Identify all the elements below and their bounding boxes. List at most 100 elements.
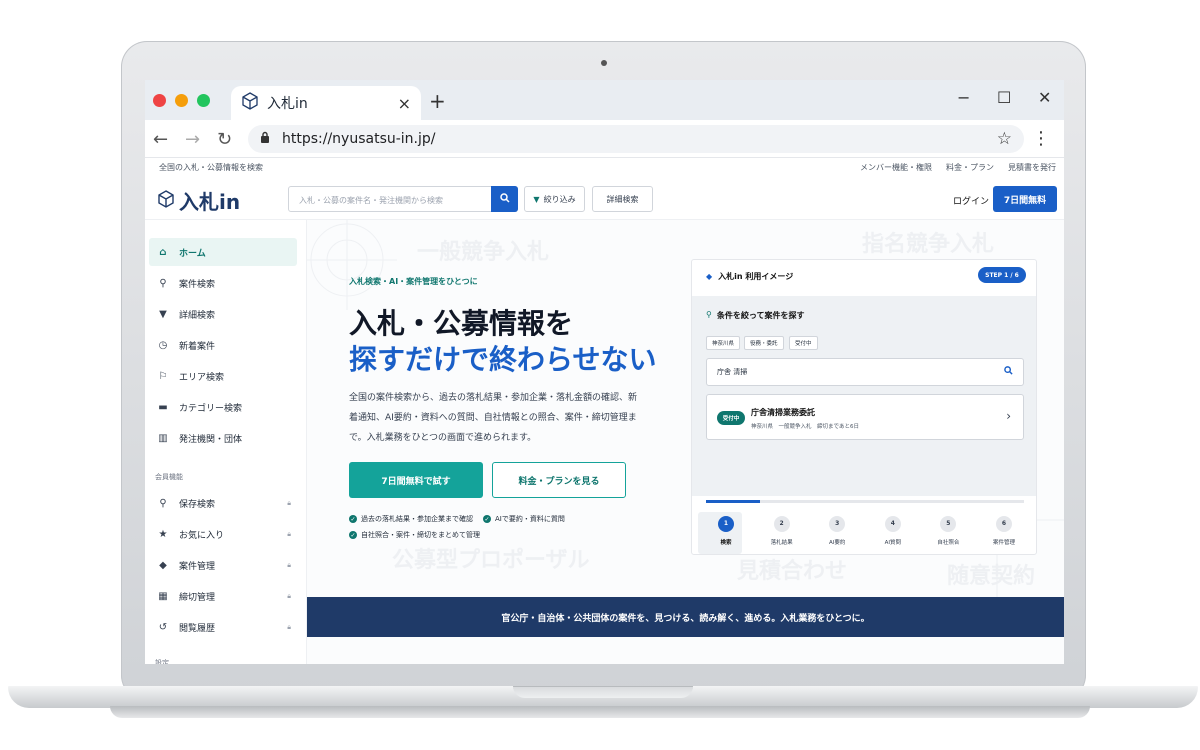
sidebar-item-saved-search[interactable]: ⚲ 保存検索 🔒︎ bbox=[149, 489, 297, 517]
sidebar-item-home[interactable]: ⌂ ホーム bbox=[149, 238, 297, 266]
sidebar-item-case-search[interactable]: ⚲ 案件検索 bbox=[149, 269, 297, 297]
filter-button[interactable]: ▼ 絞り込み bbox=[524, 186, 585, 212]
step-label: 自社照合 bbox=[937, 540, 960, 546]
check-icon: ✓ bbox=[349, 531, 357, 539]
camera-dot bbox=[601, 60, 607, 66]
back-icon[interactable]: ← bbox=[153, 129, 168, 150]
sidebar-item-case-management[interactable]: ◆ 案件管理 🔒︎ bbox=[149, 551, 297, 579]
login-link[interactable]: ログイン bbox=[953, 194, 989, 207]
sidebar-item-favorites[interactable]: ★ お気に入り 🔒︎ bbox=[149, 520, 297, 548]
filter-chip[interactable]: 神奈川県 bbox=[706, 336, 741, 350]
minimize-icon[interactable]: − bbox=[957, 88, 970, 107]
browser-menu-icon[interactable]: ⋮ bbox=[1032, 128, 1050, 149]
link-member-features[interactable]: メンバー機能・権限 bbox=[860, 162, 932, 173]
check-icon: ✓ bbox=[483, 515, 491, 523]
tag-icon: ◆ bbox=[706, 271, 713, 281]
close-window-dot[interactable] bbox=[153, 94, 166, 107]
step-item[interactable]: 4 AI質問 bbox=[865, 516, 921, 546]
free-trial-button[interactable]: 7日間無料 bbox=[993, 186, 1057, 212]
pricing-cta-button[interactable]: 料金・プランを見る bbox=[492, 462, 626, 498]
bottom-banner: 官公庁・自治体・公共団体の案件を、見つける、読み解く、進める。入札業務をひとつに… bbox=[307, 597, 1064, 637]
demo-title: 入札in 利用イメージ bbox=[718, 271, 794, 281]
close-icon[interactable]: ✕ bbox=[1038, 88, 1051, 107]
close-tab-icon[interactable]: × bbox=[398, 94, 411, 113]
lock-icon bbox=[260, 131, 270, 147]
link-pricing[interactable]: 料金・プラン bbox=[946, 162, 994, 173]
sidebar-item-label: 締切管理 bbox=[179, 592, 216, 603]
sidebar-item-deadline-management[interactable]: ▦ 締切管理 🔒︎ bbox=[149, 582, 297, 610]
settings-section-heading: 設定 bbox=[155, 659, 169, 664]
url-bar[interactable]: https://nyusatsu-in.jp/ ☆ bbox=[248, 125, 1024, 153]
search-icon bbox=[499, 192, 510, 206]
step-label: 落札結果 bbox=[770, 540, 793, 546]
site-logo[interactable]: 入札in bbox=[157, 186, 240, 215]
new-tab-icon[interactable]: + bbox=[429, 89, 446, 113]
step-number: 1 bbox=[718, 516, 734, 532]
sidebar: ⌂ ホーム ⚲ 案件検索 ▼ 詳細検索 ◷ 新着案件 ⚐ エリア検索 ▬ カテゴ… bbox=[145, 220, 307, 664]
sidebar-item-label: 保存検索 bbox=[179, 499, 216, 510]
demo-heading: ⚲ 条件を絞って案件を探す bbox=[706, 310, 804, 321]
search-input[interactable]: 入札・公募の案件名・発注機関から検索 bbox=[288, 186, 518, 212]
step-number: 3 bbox=[829, 516, 846, 532]
forward-icon[interactable]: → bbox=[185, 129, 200, 150]
sidebar-item-advanced-search[interactable]: ▼ 詳細検索 bbox=[149, 300, 297, 328]
hero-title-line2: 探すだけで終わらせない bbox=[349, 343, 657, 376]
sidebar-item-agencies[interactable]: ▥ 発注機関・団体 bbox=[149, 424, 297, 452]
top-strip: 全国の入札・公募情報を検索 メンバー機能・権限 料金・プラン 見積書を発行 bbox=[145, 158, 1064, 176]
watermark-text: 公募型プロポーザル bbox=[392, 548, 590, 573]
screen: 入札in × + − ☐ ✕ ← → ↻ https://nyusatsu-in… bbox=[145, 80, 1064, 664]
check-icon: ✓ bbox=[349, 515, 357, 523]
maximize-window-dot[interactable] bbox=[197, 94, 210, 107]
minimize-window-dot[interactable] bbox=[175, 94, 188, 107]
sidebar-item-category-search[interactable]: ▬ カテゴリー検索 bbox=[149, 393, 297, 421]
star-icon: ★ bbox=[158, 528, 168, 540]
progress-fill bbox=[706, 500, 761, 503]
step-item[interactable]: 5 自社照合 bbox=[920, 516, 976, 546]
demo-search-input[interactable]: 庁舎 清掃 bbox=[706, 358, 1024, 386]
stage: 入札in × + − ☐ ✕ ← → ↻ https://nyusatsu-in… bbox=[0, 0, 1200, 750]
chevron-right-icon: › bbox=[1006, 409, 1011, 423]
demo-header: ◆ 入札in 利用イメージ STEP 1 / 6 bbox=[692, 260, 1036, 292]
sidebar-item-new-cases[interactable]: ◷ 新着案件 bbox=[149, 331, 297, 359]
step-badge: STEP 1 / 6 bbox=[978, 267, 1026, 283]
filter-chip[interactable]: 役務・委託 bbox=[744, 336, 784, 350]
free-trial-cta-button[interactable]: 7日間無料で試す bbox=[349, 462, 483, 498]
history-icon: ↺ bbox=[158, 621, 168, 633]
filter-icon: ▼ bbox=[533, 194, 540, 204]
bookmark-star-icon[interactable]: ☆ bbox=[997, 129, 1012, 149]
search-button[interactable] bbox=[491, 186, 518, 212]
reload-icon[interactable]: ↻ bbox=[217, 129, 232, 150]
sidebar-item-history[interactable]: ↺ 閲覧履歴 🔒︎ bbox=[149, 613, 297, 641]
demo-result-row[interactable]: 受付中 庁舎清掃業務委託 神奈川県 一般競争入札 締切まであと6日 › bbox=[706, 394, 1024, 440]
step-item[interactable]: 3 AI要約 bbox=[809, 516, 865, 546]
sidebar-item-label: ホーム bbox=[179, 248, 206, 259]
feature-check: ✓ AIで要約・資料に質問 bbox=[483, 514, 565, 524]
home-icon: ⌂ bbox=[159, 246, 167, 258]
url-text: https://nyusatsu-in.jp/ bbox=[282, 131, 436, 147]
hero-eyebrow: 入札検索・AI・案件管理をひとつに bbox=[349, 277, 478, 286]
demo-body: ⚲ 条件を絞って案件を探す 神奈川県 役務・委託 受付中 庁舎 清掃 受付中 庁… bbox=[692, 296, 1036, 496]
maximize-icon[interactable]: ☐ bbox=[997, 88, 1011, 107]
building-icon: ▥ bbox=[158, 432, 168, 444]
calendar-icon: ▦ bbox=[158, 590, 168, 602]
advanced-search-button[interactable]: 詳細検索 bbox=[592, 186, 653, 212]
step-item[interactable]: 2 落札結果 bbox=[754, 516, 810, 546]
filter-label: 絞り込み bbox=[543, 194, 576, 204]
feature-check-label: 自社照合・案件・締切をまとめて管理 bbox=[361, 531, 480, 539]
pin-icon: ⚐ bbox=[158, 370, 168, 382]
progress-bar bbox=[706, 500, 1024, 503]
filter-chip[interactable]: 受付中 bbox=[789, 336, 818, 350]
sidebar-item-area-search[interactable]: ⚐ エリア検索 bbox=[149, 362, 297, 390]
link-quote[interactable]: 見積書を発行 bbox=[1008, 162, 1056, 173]
step-item[interactable]: 1 検索 bbox=[698, 516, 754, 546]
hero-description: 全国の案件検索から、過去の落札結果・参加企業・落札金額の確認、新着通知、AI要約… bbox=[349, 393, 638, 443]
step-item[interactable]: 6 案件管理 bbox=[976, 516, 1032, 546]
step-number: 6 bbox=[996, 516, 1012, 532]
sidebar-item-label: 新着案件 bbox=[179, 341, 216, 352]
feature-check: ✓ 自社照合・案件・締切をまとめて管理 bbox=[349, 530, 480, 540]
tab-bar: 入札in × + − ☐ ✕ bbox=[145, 80, 1064, 120]
browser-tab[interactable]: 入札in × bbox=[231, 86, 421, 120]
search-icon bbox=[1004, 366, 1013, 378]
hero-title-line1: 入札・公募情報を bbox=[349, 307, 574, 340]
sidebar-item-label: 案件管理 bbox=[179, 561, 216, 572]
